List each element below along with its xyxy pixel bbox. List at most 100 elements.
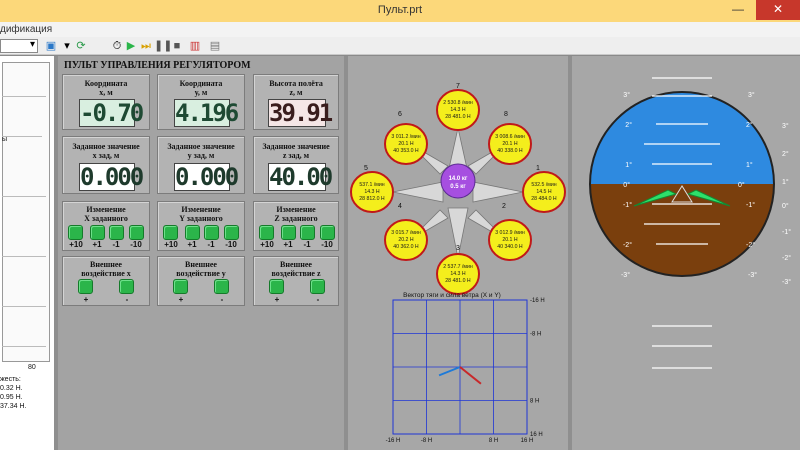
rotor-2-number: 2 xyxy=(502,203,506,210)
x-change-label: Изменение X заданного xyxy=(84,205,128,223)
y-tick-0: -16 Н xyxy=(530,298,545,304)
y-ext-plus-button[interactable] xyxy=(173,279,188,294)
y-tick-1: -8 Н xyxy=(530,332,541,338)
refresh-icon[interactable]: ⟳ xyxy=(74,39,88,53)
z-ext-box: Внешнее воздействие z + - xyxy=(253,256,339,306)
left-line-1: 0.32 Н. xyxy=(0,385,23,392)
y-set-label: Заданное значение у зад, м xyxy=(167,142,235,160)
rotor-1-number: 1 xyxy=(536,165,540,172)
x-coord-display: -0.70 xyxy=(79,99,144,127)
x-plus10-button[interactable] xyxy=(68,225,83,240)
z-change-label: Изменение Z заданного xyxy=(274,205,318,223)
y-tick-3: 16 Н xyxy=(530,432,543,438)
x-ext-plus-button[interactable] xyxy=(78,279,93,294)
z-ext-minus-button[interactable] xyxy=(310,279,325,294)
y-coord-display: 4.196 xyxy=(174,99,239,127)
left-line-3: 37.34 Н. xyxy=(0,403,27,410)
y-ext-minus-button[interactable] xyxy=(214,279,229,294)
x-ext-minus-button[interactable] xyxy=(119,279,134,294)
y-minus10-button[interactable] xyxy=(224,225,239,240)
stop-icon[interactable]: ■ xyxy=(170,39,184,53)
rotor-6-line-0: 3 011.2 /мин xyxy=(391,134,420,140)
y-plus10-button[interactable] xyxy=(163,225,178,240)
x-tick-2: 8 Н xyxy=(489,438,498,444)
roll-label-0: 3° xyxy=(782,122,789,130)
rotor-5-number: 5 xyxy=(364,165,368,172)
x-ext-minus-label: - xyxy=(125,295,129,304)
z-set-display: 40.00 xyxy=(268,163,333,191)
left-line-0: жесть: xyxy=(0,376,21,383)
y-set-display: 0.000 xyxy=(174,163,239,191)
left-line-2: 0.95 Н. xyxy=(0,394,23,401)
z-plus1-button[interactable] xyxy=(281,225,296,240)
z-plus10-button[interactable] xyxy=(259,225,274,240)
x-minus10-button[interactable] xyxy=(129,225,144,240)
y-ext-label: Внешнее воздействие у xyxy=(176,260,226,278)
x-minus1-label: -1 xyxy=(112,240,120,249)
rotor-3-line-1: 14.3 Н xyxy=(450,271,466,277)
pitch-label-left-1: 2° xyxy=(625,121,632,129)
roll-label-5: -2° xyxy=(782,254,791,262)
menu-item[interactable]: дификация xyxy=(0,24,52,35)
rotor-4-line-1: 20.2 Н xyxy=(398,237,414,243)
z-minus10-button[interactable] xyxy=(320,225,335,240)
zoom-combo[interactable] xyxy=(0,39,38,53)
y-set-box: Заданное значение у зад, м 0.000 xyxy=(157,136,245,194)
play-icon[interactable]: ▶ xyxy=(124,39,138,53)
save-icon[interactable]: ▣ xyxy=(44,39,58,53)
pitch-zero-right: 0° xyxy=(738,181,745,189)
x-coord-label: Координата х, м xyxy=(84,79,128,97)
z-set-label: Заданное значение z зад, м xyxy=(262,142,330,160)
y-ext-minus-label: - xyxy=(220,295,224,304)
chart-icon[interactable]: ▥ xyxy=(188,39,202,53)
document-icon[interactable]: ▤ xyxy=(208,39,222,53)
x-plus1-label: +1 xyxy=(92,240,102,249)
pitch-label-right-0: 3° xyxy=(748,91,755,99)
z-ext-plus-label: + xyxy=(274,295,280,304)
left-marker: ы xyxy=(2,136,8,143)
close-button[interactable]: ✕ xyxy=(756,0,800,20)
z-minus10-label: -10 xyxy=(321,240,333,249)
y-minus1-label: -1 xyxy=(207,240,215,249)
minimize-button[interactable]: — xyxy=(724,0,752,20)
x-tick-0: -16 Н xyxy=(386,438,401,444)
run-icon[interactable]: ⏱ xyxy=(110,39,124,53)
y-coord-box: Координата у, м 4.196 xyxy=(157,74,245,130)
rotor-6-line-2: 40 353.0 Н xyxy=(393,148,419,154)
x-set-label: Заданное значение х зад, м xyxy=(72,142,140,160)
pitch-label-left-0: 3° xyxy=(623,91,630,99)
y-minus1-button[interactable] xyxy=(204,225,219,240)
y-coord-label: Координата у, м xyxy=(179,79,223,97)
x-ext-box: Внешнее воздействие х + - xyxy=(62,256,150,306)
roll-label-1: 2° xyxy=(782,150,789,158)
schematic-preview xyxy=(2,62,50,362)
y-change-box: Изменение Y заданного +10 +1 -1 -10 xyxy=(157,201,245,251)
step-icon[interactable]: ⏭ xyxy=(139,39,153,53)
z-minus1-button[interactable] xyxy=(300,225,315,240)
pitch-label-right-2: 1° xyxy=(746,161,753,169)
pitch-label-right-5: -3° xyxy=(748,271,757,279)
pause-icon[interactable]: ❚❚ xyxy=(154,39,172,53)
toolbar: ▣ ▾ ⟳ ⏱ ▶ ⏭ ❚❚ ■ ▥ ▤ xyxy=(0,37,800,55)
dropdown-icon[interactable]: ▾ xyxy=(60,39,74,53)
y-plus1-button[interactable] xyxy=(185,225,200,240)
roll-label-4: -1° xyxy=(782,228,791,236)
pitch-label-left-3: -1° xyxy=(623,201,632,209)
x-set-box: Заданное значение х зад, м 0.000 xyxy=(62,136,150,194)
z-coord-label: Высота полёта z, м xyxy=(269,79,323,97)
rotor-3-line-2: 28 481.0 Н xyxy=(445,278,471,284)
roll-label-6: -3° xyxy=(782,278,791,286)
rotor-7-number: 7 xyxy=(456,83,460,90)
x-minus1-button[interactable] xyxy=(109,225,124,240)
x-plus1-button[interactable] xyxy=(90,225,105,240)
rotor-2-line-1: 20.1 Н xyxy=(502,237,518,243)
attitude-ground xyxy=(590,184,774,276)
rotor-4-line-2: 40 362.0 Н xyxy=(393,244,419,250)
z-ext-plus-button[interactable] xyxy=(269,279,284,294)
y-tick-2: 8 Н xyxy=(530,399,539,405)
roll-label-3: 0° xyxy=(782,202,789,210)
z-set-box: Заданное значение z зад, м 40.00 xyxy=(253,136,339,194)
x-ext-plus-label: + xyxy=(83,295,89,304)
rotor-5-line-1: 14.3 Н xyxy=(364,189,380,195)
rotor-6-number: 6 xyxy=(398,111,402,118)
